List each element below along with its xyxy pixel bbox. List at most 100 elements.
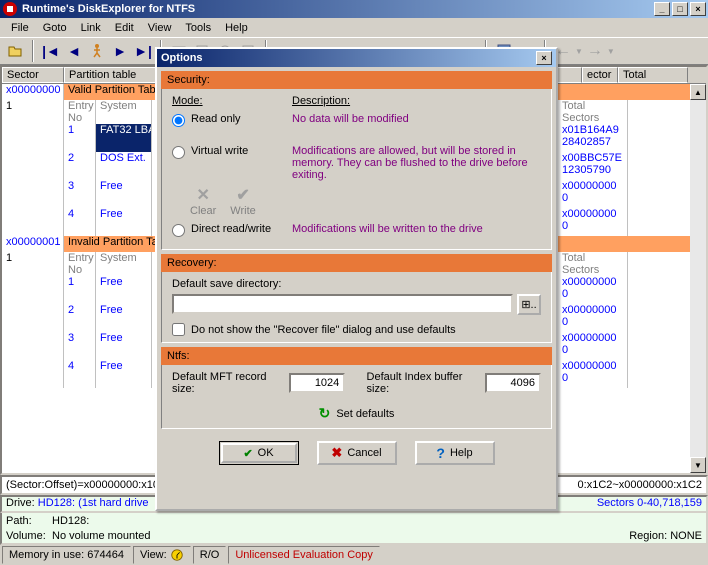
cell-entry: 2 <box>64 304 96 332</box>
cell-entry: 1 <box>64 124 96 152</box>
dialog-title: Options <box>161 52 536 64</box>
set-defaults-button[interactable]: Set defaults <box>336 408 394 420</box>
dialog-title-bar[interactable]: Options × <box>157 49 556 67</box>
drive-label: Drive: <box>6 497 35 511</box>
path-value: HD128: <box>52 515 702 527</box>
clear-x-icon: ✕ <box>196 185 209 205</box>
cancel-button[interactable]: ✖Cancel <box>317 441 397 465</box>
menu-bar: File Goto Link Edit View Tools Help <box>0 18 708 37</box>
menu-file[interactable]: File <box>4 21 36 35</box>
reload-icon: ↻ <box>319 405 331 422</box>
cell-total: x00BBC57E12305790 <box>558 152 628 180</box>
cell-entry: 4 <box>64 360 96 388</box>
menu-view[interactable]: View <box>141 21 179 35</box>
browse-button[interactable]: ⊞.. <box>517 294 541 315</box>
do-not-show-label: Do not show the "Recover file" dialog an… <box>191 324 456 336</box>
ntfs-header: Ntfs: <box>161 347 552 365</box>
virtual-write-label: Virtual write <box>191 145 248 157</box>
maximize-button[interactable]: □ <box>672 2 688 16</box>
path-bar: Path: HD128: <box>0 513 708 529</box>
title-bar: Runtime's DiskExplorer for NTFS _ □ × <box>0 0 708 18</box>
volume-label: Volume: <box>6 530 52 542</box>
dialog-close-button[interactable]: × <box>536 51 552 65</box>
cell-total: x000000000 <box>558 360 628 388</box>
vertical-scrollbar[interactable]: ▲ ▼ <box>690 84 706 473</box>
nav-last-icon[interactable]: ►| <box>132 40 154 62</box>
nav-prev-icon[interactable]: ◄ <box>63 40 85 62</box>
cell-total: x000000000 <box>558 276 628 304</box>
menu-help[interactable]: Help <box>218 21 255 35</box>
read-only-radio[interactable] <box>172 114 185 127</box>
cell-total: x000000000 <box>558 332 628 360</box>
cell-entry-label: EntryNo <box>64 252 96 276</box>
header-sector[interactable]: Sector <box>2 67 64 83</box>
nav-next-icon[interactable]: ► <box>109 40 131 62</box>
security-header: Security: <box>161 71 552 89</box>
save-directory-label: Default save directory: <box>172 278 541 290</box>
cell-sector: x00000000 <box>2 84 64 100</box>
close-button[interactable]: × <box>690 2 706 16</box>
cell-sector: x00000001 <box>2 236 64 252</box>
cell-system: Free <box>96 360 152 388</box>
cell-system: Free <box>96 208 152 236</box>
recovery-header: Recovery: <box>161 254 552 272</box>
walk-icon[interactable] <box>86 40 108 62</box>
cell-total: x000000000 <box>558 304 628 332</box>
region-value: NONE <box>670 530 702 542</box>
scroll-up-icon[interactable]: ▲ <box>690 84 706 100</box>
cell-system: DOS Ext. <box>96 152 152 180</box>
mft-size-input[interactable] <box>289 373 345 393</box>
folder-tree-icon: ⊞.. <box>521 298 536 311</box>
cell-entry: 3 <box>64 180 96 208</box>
scroll-down-icon[interactable]: ▼ <box>690 457 706 473</box>
direct-rw-radio[interactable] <box>172 224 185 237</box>
virtual-write-description: Modifications are allowed, but will be s… <box>292 145 541 181</box>
forward-icon[interactable]: → <box>584 40 606 62</box>
header-total[interactable]: Total <box>618 67 688 83</box>
write-button[interactable]: ✔ Write <box>230 185 255 217</box>
help-button[interactable]: ?Help <box>415 441 495 465</box>
cell-system: Free <box>96 276 152 304</box>
cell-total-label: TotalSectors <box>558 252 628 276</box>
clear-button[interactable]: ✕ Clear <box>190 185 216 217</box>
options-dialog: Options × Security: Mode: Description: R… <box>155 47 558 511</box>
ok-button[interactable]: ✔OK <box>219 441 299 465</box>
status-bar: Memory in use: 674464 View: R/O Unlicens… <box>0 545 708 565</box>
save-directory-input[interactable] <box>172 294 513 314</box>
header-partition-table[interactable]: Partition table <box>64 67 156 83</box>
volume-value: No volume mounted <box>52 530 629 542</box>
do-not-show-checkbox[interactable] <box>172 323 185 336</box>
write-check-icon: ✔ <box>236 185 249 205</box>
menu-tools[interactable]: Tools <box>178 21 218 35</box>
menu-edit[interactable]: Edit <box>108 21 141 35</box>
cell-total: x01B164A928402857 <box>558 124 628 152</box>
header-ector[interactable]: ector <box>582 67 618 83</box>
cell-entry: 3 <box>64 332 96 360</box>
check-icon: ✔ <box>243 447 252 460</box>
direct-rw-description: Modifications will be written to the dri… <box>292 223 541 235</box>
minimize-button[interactable]: _ <box>654 2 670 16</box>
open-icon[interactable] <box>4 40 26 62</box>
status-view: View: <box>133 546 191 564</box>
cell-system: Free <box>96 332 152 360</box>
read-only-description: No data will be modified <box>292 113 541 125</box>
index-buffer-input[interactable] <box>485 373 541 393</box>
cell-total: x000000000 <box>558 208 628 236</box>
drive-sectors: Sectors 0-40,718,159 <box>597 497 702 511</box>
nav-first-icon[interactable]: |◄ <box>40 40 62 62</box>
help-question-icon: ? <box>436 445 445 461</box>
menu-link[interactable]: Link <box>74 21 108 35</box>
cell-system: FAT32 LBA <box>96 124 152 152</box>
virtual-write-radio[interactable] <box>172 146 185 159</box>
read-only-label: Read only <box>191 113 241 125</box>
direct-rw-label: Direct read/write <box>191 223 271 235</box>
cell-system: Free <box>96 304 152 332</box>
menu-goto[interactable]: Goto <box>36 21 74 35</box>
cell-system: Free <box>96 180 152 208</box>
cell-entry: 4 <box>64 208 96 236</box>
sector-offset-left: (Sector:Offset)=x00000000:x10 <box>6 479 159 491</box>
window-title: Runtime's DiskExplorer for NTFS <box>22 3 654 15</box>
cell-system-label: System <box>96 252 152 276</box>
cell-total: x000000000 <box>558 180 628 208</box>
recovery-section: Recovery: Default save directory: ⊞.. Do… <box>161 254 552 343</box>
